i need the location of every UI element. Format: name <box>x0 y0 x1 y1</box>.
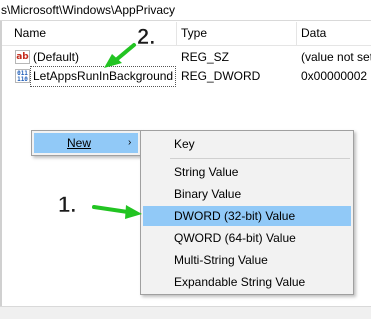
annotation-label-step2: 2. <box>137 24 155 49</box>
annotation-arrowhead-step1 <box>125 205 142 219</box>
annotation-label-step1: 1. <box>58 192 76 217</box>
annotation-arrow-step1 <box>92 205 130 214</box>
annotation-arrow-step2 <box>114 43 136 62</box>
annotation-overlay: 2. 1. <box>58 24 156 219</box>
